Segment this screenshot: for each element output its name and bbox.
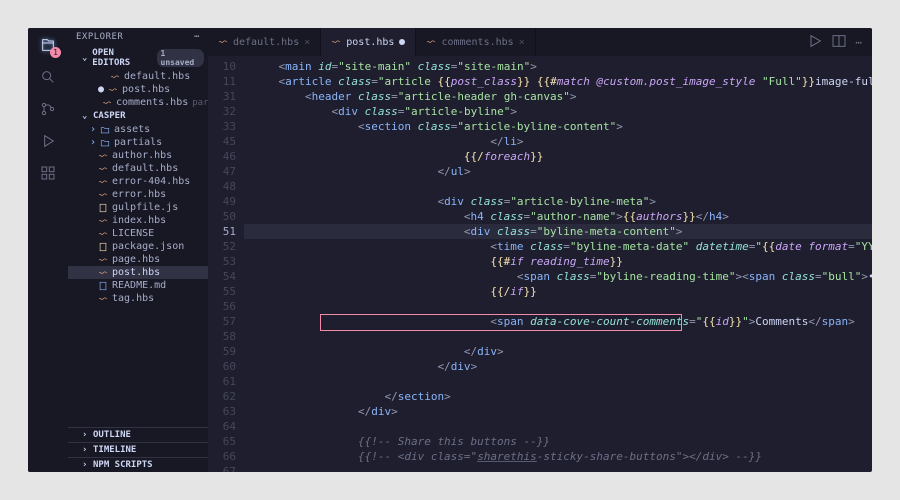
file-item[interactable]: README.md [68, 279, 208, 292]
code-line[interactable]: {{/foreach}} [244, 149, 872, 164]
tab-bar: default.hbs ×post.hbs comments.hbs × ⋯ [208, 28, 872, 56]
extensions-icon[interactable] [37, 162, 59, 184]
npm-scripts-section[interactable]: ›NPM SCRIPTS [68, 457, 208, 472]
code-line[interactable] [244, 299, 872, 314]
code-line[interactable]: {{!-- Share this buttons --}} [244, 434, 872, 449]
close-icon[interactable]: × [304, 37, 310, 48]
file-item[interactable]: tag.hbs [68, 292, 208, 305]
code-line[interactable]: </section> [244, 389, 872, 404]
code-line[interactable]: <main id="site-main" class="site-main"> [244, 59, 872, 74]
code-line[interactable]: {{#if reading_time}} [244, 254, 872, 269]
activity-bar [28, 28, 68, 472]
run-icon[interactable] [807, 33, 823, 52]
code-line[interactable]: <section class="article-byline-content"> [244, 119, 872, 134]
code-line[interactable]: <div class="byline-meta-content"> [244, 224, 872, 239]
code-line[interactable]: </div> [244, 359, 872, 374]
code-line[interactable] [244, 419, 872, 434]
outline-section[interactable]: ›OUTLINE [68, 427, 208, 442]
code-line[interactable]: <span class="byline-reading-time"><span … [244, 269, 872, 284]
editor-main: default.hbs ×post.hbs comments.hbs × ⋯ 10… [208, 28, 872, 472]
tab-comments-hbs[interactable]: comments.hbs × [416, 28, 535, 56]
file-item[interactable]: LICENSE [68, 227, 208, 240]
code-line[interactable]: </ul> [244, 164, 872, 179]
code-line[interactable] [244, 464, 872, 472]
source-control-icon[interactable] [37, 98, 59, 120]
code-line[interactable]: {{!-- <div class="sharethis-sticky-share… [244, 449, 872, 464]
split-icon[interactable] [831, 33, 847, 52]
open-editor-item[interactable]: ●post.hbs [68, 83, 208, 96]
open-editor-item[interactable]: default.hbs [68, 70, 208, 83]
file-item[interactable]: post.hbs [68, 266, 208, 279]
file-item[interactable]: default.hbs [68, 162, 208, 175]
code-line[interactable]: </div> [244, 404, 872, 419]
explorer-icon[interactable] [37, 34, 59, 56]
more-icon[interactable]: ⋯ [855, 36, 862, 49]
file-item[interactable]: index.hbs [68, 214, 208, 227]
code-line[interactable]: </div> [244, 344, 872, 359]
search-icon[interactable] [37, 66, 59, 88]
file-item[interactable]: author.hbs [68, 149, 208, 162]
code-line[interactable] [244, 329, 872, 344]
folder-item[interactable]: ›partials [68, 136, 208, 149]
file-item[interactable]: package.json [68, 240, 208, 253]
code-line[interactable]: </li> [244, 134, 872, 149]
code-line[interactable]: <div class="article-byline-meta"> [244, 194, 872, 209]
tab-post-hbs[interactable]: post.hbs [321, 28, 416, 56]
folder-item[interactable]: ›assets [68, 123, 208, 136]
file-item[interactable]: gulpfile.js [68, 201, 208, 214]
code-line[interactable]: <time class="byline-meta-date" datetime=… [244, 239, 872, 254]
code-line[interactable]: <header class="article-header gh-canvas"… [244, 89, 872, 104]
open-editors-section[interactable]: ⌄OPEN EDITORS1 unsaved [68, 46, 208, 70]
code-editor[interactable]: 1011313233454647484950515253545556575859… [208, 56, 872, 472]
code-line[interactable]: <div class="article-byline"> [244, 104, 872, 119]
file-item[interactable]: error.hbs [68, 188, 208, 201]
code-line[interactable]: <span data-cove-count-comments="{{id}}">… [244, 314, 872, 329]
more-icon[interactable]: ⋯ [194, 32, 200, 42]
code-line[interactable]: <h4 class="author-name">{{authors}}</h4> [244, 209, 872, 224]
modified-dot-icon [399, 39, 405, 45]
project-section[interactable]: ⌄CASPER [68, 109, 208, 123]
timeline-section[interactable]: ›TIMELINE [68, 442, 208, 457]
code-line[interactable] [244, 374, 872, 389]
debug-icon[interactable] [37, 130, 59, 152]
line-gutter: 1011313233454647484950515253545556575859… [208, 56, 244, 472]
code-line[interactable]: {{/if}} [244, 284, 872, 299]
file-item[interactable]: page.hbs [68, 253, 208, 266]
close-icon[interactable]: × [519, 37, 525, 48]
sidebar: EXPLORER⋯ ⌄OPEN EDITORS1 unsaved default… [68, 28, 208, 472]
file-item[interactable]: error-404.hbs [68, 175, 208, 188]
code-content[interactable]: <main id="site-main" class="site-main"> … [244, 56, 872, 472]
open-editor-item[interactable]: comments.hbs partials [68, 96, 208, 109]
sidebar-title: EXPLORER⋯ [68, 28, 208, 46]
tab-default-hbs[interactable]: default.hbs × [208, 28, 321, 56]
code-line[interactable] [244, 179, 872, 194]
vscode-window: EXPLORER⋯ ⌄OPEN EDITORS1 unsaved default… [28, 28, 872, 472]
code-line[interactable]: <article class="article {{post_class}} {… [244, 74, 872, 89]
